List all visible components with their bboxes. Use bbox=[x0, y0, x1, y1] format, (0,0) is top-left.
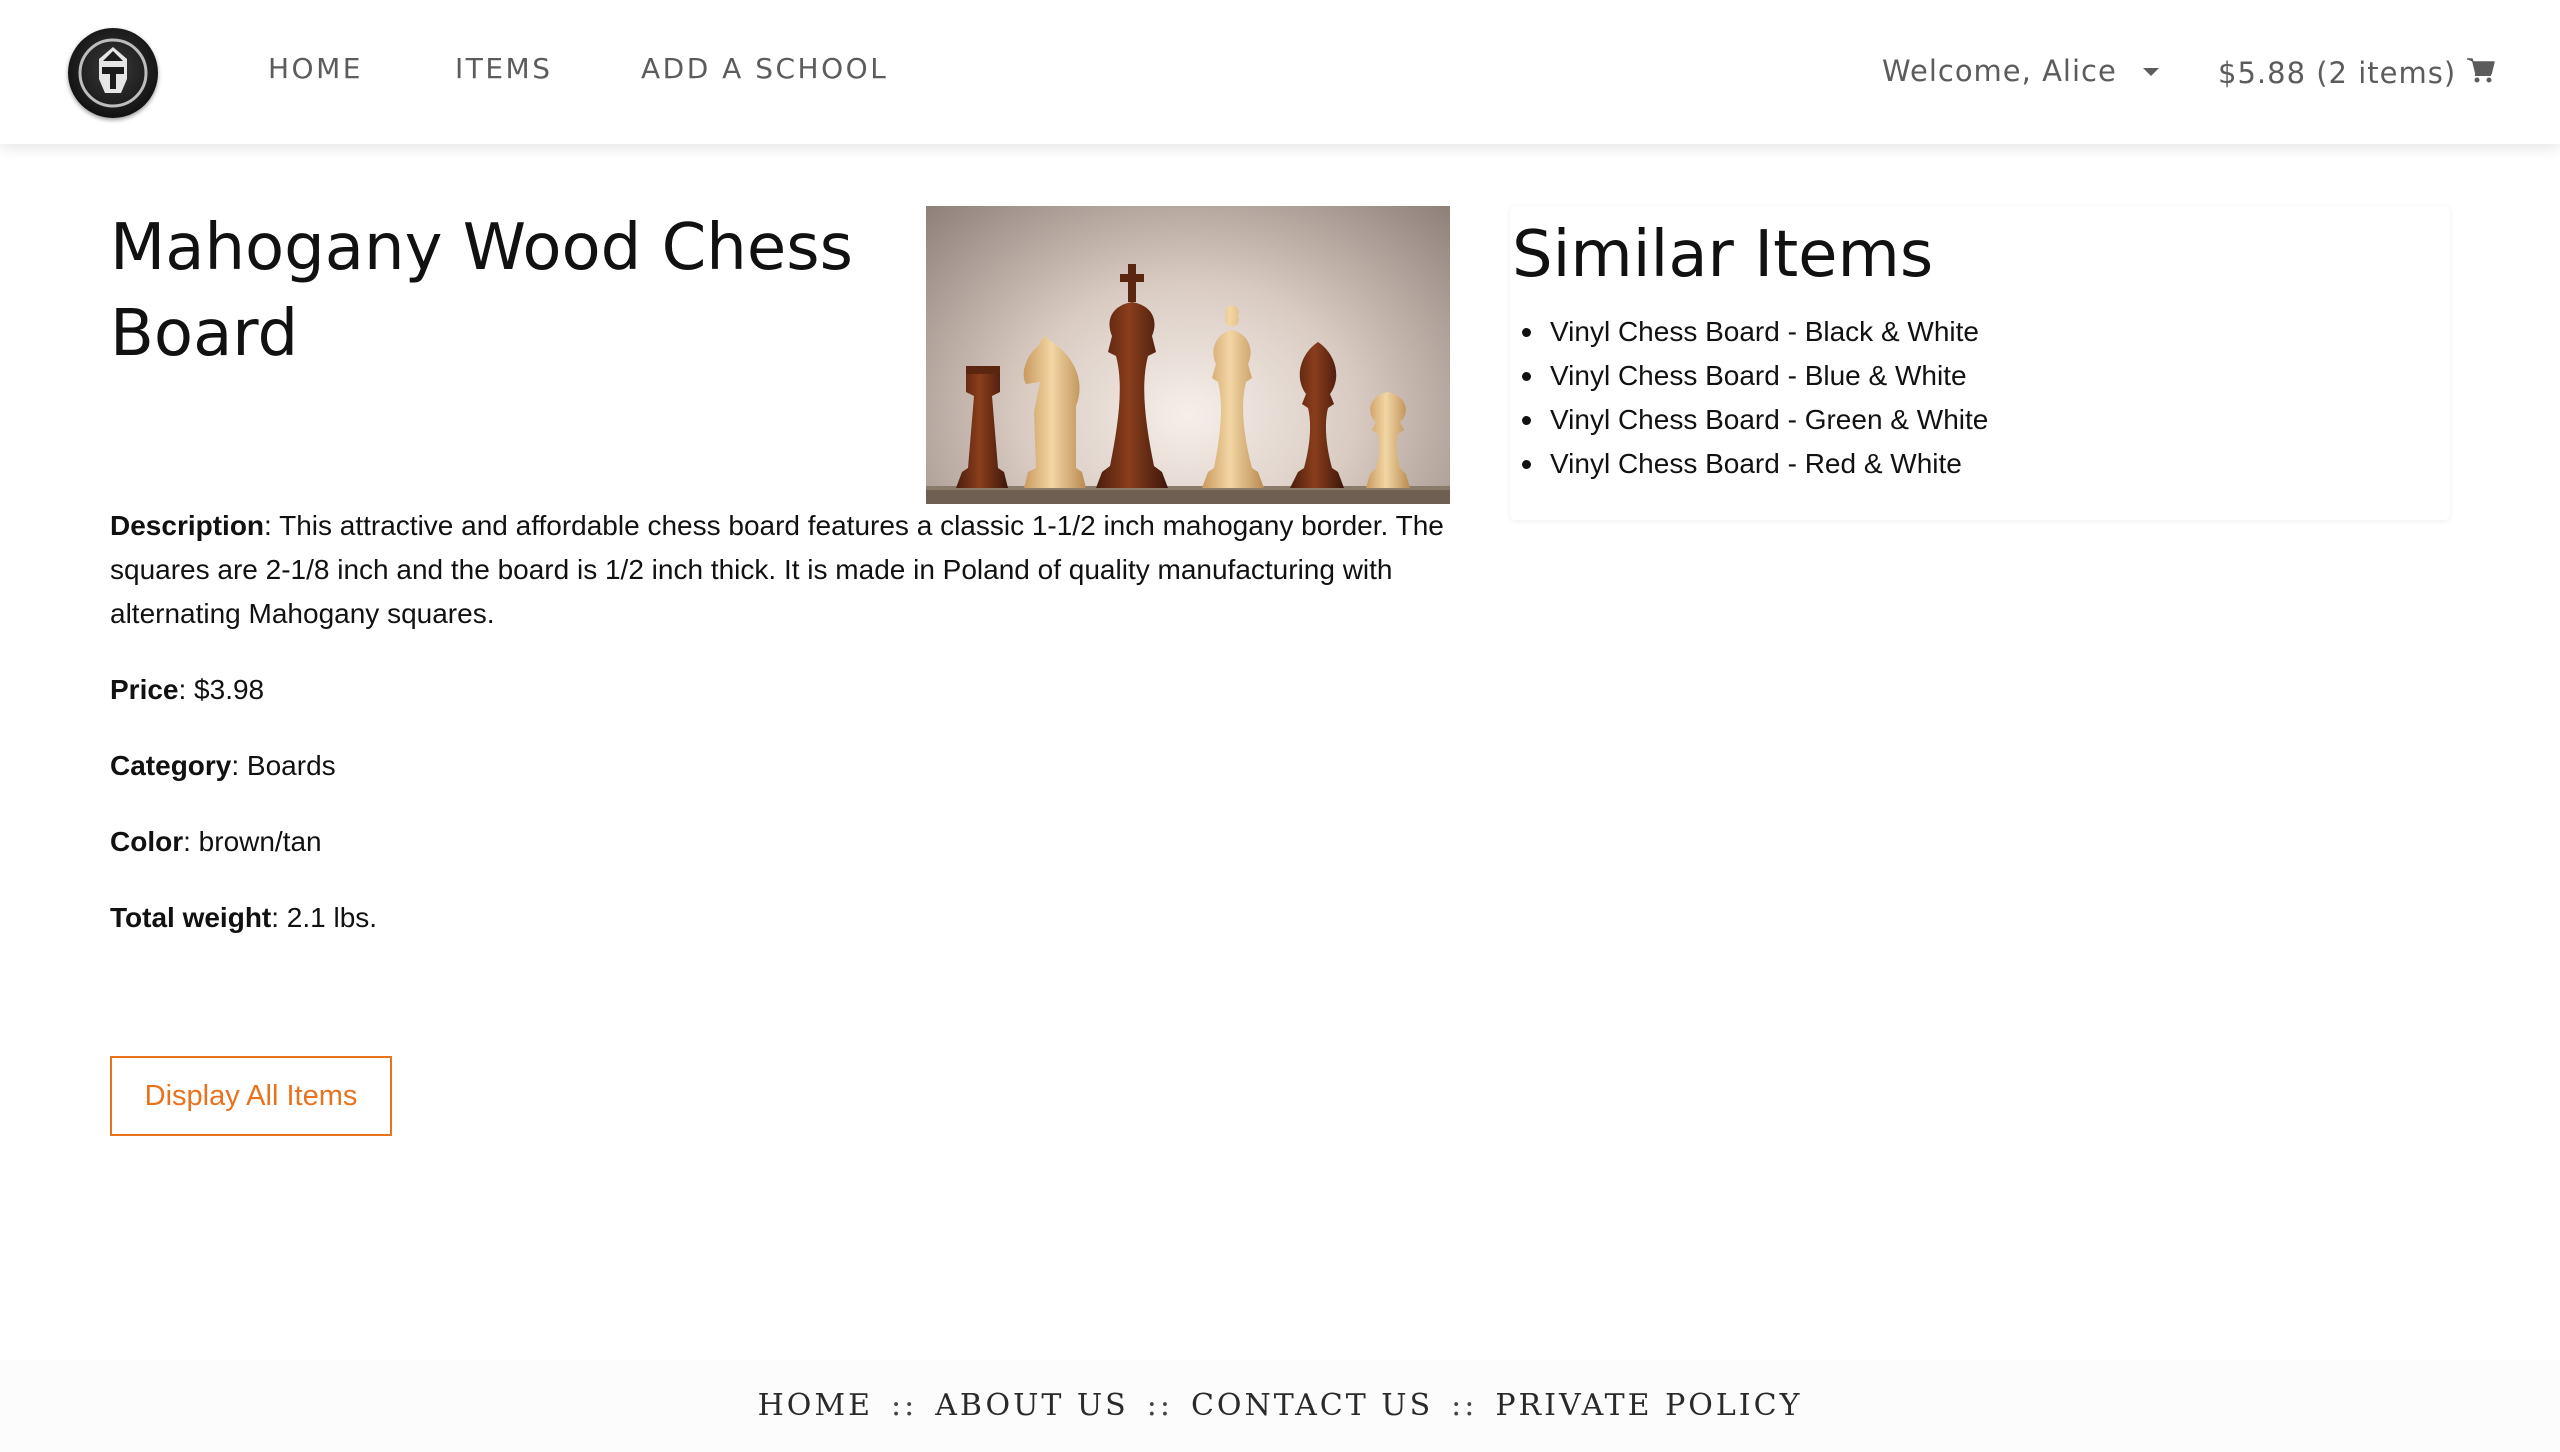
welcome-text: Welcome, Alice bbox=[1882, 54, 2117, 88]
weight-row: Total weight: 2.1 lbs. bbox=[110, 896, 1450, 940]
category-label: Category bbox=[110, 750, 232, 781]
footer-link-private-policy[interactable]: PRIVATE POLICY bbox=[1495, 1388, 1802, 1423]
bishop-piece-icon bbox=[1290, 342, 1344, 488]
color-value: : brown/tan bbox=[183, 826, 322, 857]
nav-add-a-school[interactable]: ADD A SCHOOL bbox=[641, 52, 888, 85]
footer-link-contact-us[interactable]: CONTACT US bbox=[1191, 1388, 1433, 1423]
knight-piece-icon bbox=[1023, 336, 1086, 488]
nav-items[interactable]: ITEMS bbox=[455, 52, 552, 85]
weight-value: : 2.1 lbs. bbox=[271, 902, 378, 933]
description-row: Description: This attractive and afforda… bbox=[110, 504, 1450, 636]
nav-home[interactable]: HOME bbox=[268, 52, 363, 85]
cart-icon bbox=[2467, 58, 2495, 83]
footer-separator: :: bbox=[1146, 1388, 1173, 1423]
similar-item[interactable]: Vinyl Chess Board - Red & White bbox=[1521, 442, 1988, 486]
footer-separator: :: bbox=[890, 1388, 918, 1423]
similar-items-title: Similar Items bbox=[1512, 218, 1934, 292]
site-header: HOME ITEMS ADD A SCHOOL Welcome, Alice $… bbox=[0, 0, 2560, 144]
footer-link-home[interactable]: HOME bbox=[758, 1388, 873, 1423]
price-row: Price: $3.98 bbox=[110, 668, 1450, 712]
product-title: Mahogany Wood Chess Board bbox=[110, 211, 853, 371]
similar-item[interactable]: Vinyl Chess Board - Black & White bbox=[1521, 310, 1988, 354]
footer-link-about-us[interactable]: ABOUT US bbox=[935, 1388, 1129, 1423]
description-label: Description bbox=[110, 510, 265, 541]
category-value: : Boards bbox=[231, 750, 336, 781]
user-menu-dropdown[interactable]: Welcome, Alice bbox=[1882, 54, 2159, 88]
price-label: Price bbox=[110, 674, 179, 705]
description-text: : This attractive and affordable chess b… bbox=[110, 510, 1444, 629]
price-value: : $3.98 bbox=[178, 674, 265, 705]
weight-label: Total weight bbox=[110, 902, 272, 933]
color-row: Color: brown/tan bbox=[110, 820, 1450, 864]
similar-items-list: Vinyl Chess Board - Black & White Vinyl … bbox=[1521, 310, 1988, 486]
cart-button[interactable]: $5.88 (2 items) bbox=[2218, 56, 2496, 90]
similar-item[interactable]: Vinyl Chess Board - Blue & White bbox=[1521, 354, 1988, 398]
similar-items-card: Similar Items Vinyl Chess Board - Black … bbox=[1510, 206, 2450, 520]
cart-summary: $5.88 (2 items) bbox=[2218, 56, 2457, 90]
category-row: Category: Boards bbox=[110, 744, 1450, 788]
rook-piece-icon bbox=[956, 366, 1008, 488]
footer-separator: :: bbox=[1451, 1388, 1478, 1423]
product-image bbox=[926, 206, 1450, 504]
queen-piece-icon bbox=[1202, 305, 1264, 488]
similar-item[interactable]: Vinyl Chess Board - Green & White bbox=[1521, 398, 1988, 442]
king-piece-icon bbox=[1096, 264, 1168, 488]
color-label: Color bbox=[110, 826, 184, 857]
helmet-logo-icon[interactable] bbox=[68, 28, 158, 118]
pawn-piece-icon bbox=[1366, 392, 1410, 488]
site-footer: HOME:: ABOUT US:: CONTACT US:: PRIVATE POLI… bbox=[0, 1360, 2560, 1452]
footer-links: HOME:: ABOUT US:: CONTACT US:: PRIVATE POLI… bbox=[0, 1388, 2560, 1423]
product-details: Description: This attractive and afforda… bbox=[110, 504, 1450, 972]
display-all-items-button[interactable]: Display All Items bbox=[110, 1056, 392, 1136]
caret-down-icon bbox=[2142, 68, 2159, 76]
